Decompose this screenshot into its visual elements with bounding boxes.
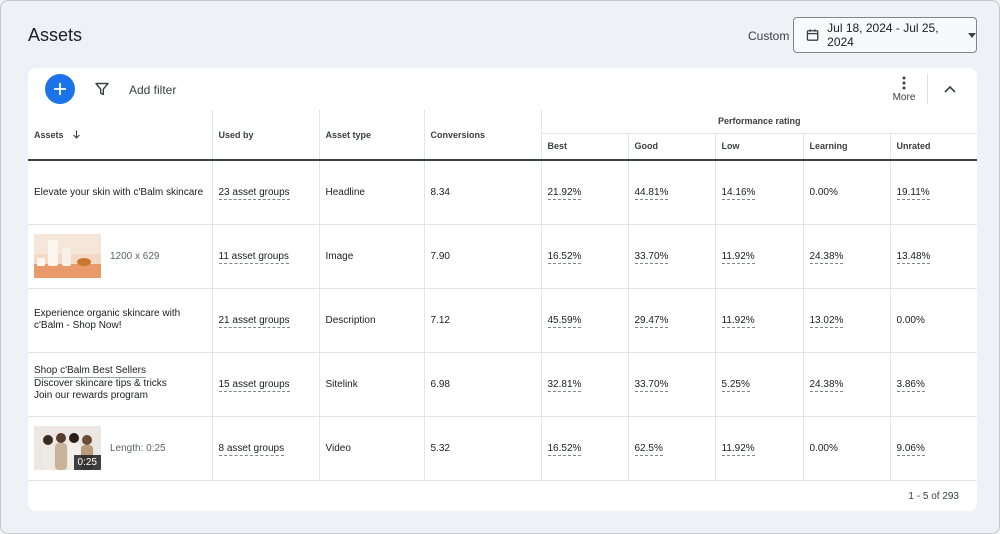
- date-range-value: Jul 18, 2024 - Jul 25, 2024: [827, 21, 939, 49]
- page-title: Assets: [28, 25, 83, 45]
- col-header-performance-rating: Performance rating: [541, 110, 977, 134]
- conversions-value: 5.32: [424, 416, 542, 481]
- add-asset-button[interactable]: [45, 74, 75, 104]
- conversions-value: 6.98: [424, 352, 542, 417]
- good-value[interactable]: 29.47%: [634, 314, 669, 328]
- video-length: Length: 0:25: [110, 442, 166, 454]
- table-row: 0:25 Length: 0:25 8 asset groups Video 5…: [28, 416, 977, 481]
- date-range-type-label: Custom: [748, 29, 790, 43]
- col-header-low[interactable]: Low: [715, 133, 804, 161]
- video-thumbnail[interactable]: 0:25: [34, 426, 101, 470]
- sitelink-item[interactable]: Shop c'Balm Best Sellers: [34, 365, 146, 379]
- col-header-asset-type[interactable]: Asset type: [319, 110, 425, 161]
- plus-icon: [54, 83, 66, 95]
- col-header-learning[interactable]: Learning: [803, 133, 891, 161]
- col-header-best[interactable]: Best: [541, 133, 629, 161]
- asset-type: Description: [319, 288, 425, 353]
- asset-text: Experience organic skincare with c'Balm …: [28, 288, 213, 353]
- used-by-link[interactable]: 8 asset groups: [218, 442, 285, 456]
- conversions-value: 7.12: [424, 288, 542, 353]
- caret-down-icon: [968, 32, 976, 38]
- col-header-good[interactable]: Good: [628, 133, 716, 161]
- app-frame: Assets Custom Jul 18, 2024 - Jul 25, 202…: [0, 0, 1000, 534]
- learning-value[interactable]: 24.38%: [809, 250, 844, 264]
- chevron-up-icon[interactable]: [943, 82, 957, 96]
- used-by-link[interactable]: 11 asset groups: [218, 250, 289, 264]
- best-value[interactable]: 45.59%: [547, 314, 582, 328]
- image-thumbnail[interactable]: [34, 234, 101, 278]
- filter-icon[interactable]: [95, 82, 109, 96]
- sitelink-item: Discover skincare tips & tricks: [34, 377, 167, 389]
- image-dimensions: 1200 x 629: [110, 250, 160, 262]
- used-by-link[interactable]: 23 asset groups: [218, 186, 290, 200]
- pagination-summary: 1 - 5 of 293: [908, 491, 959, 502]
- assets-table: Assets Used by Asset type Conversions Pe…: [28, 110, 977, 481]
- table-row: 1200 x 629 11 asset groups Image 7.90 16…: [28, 224, 977, 289]
- best-value[interactable]: 16.52%: [547, 442, 582, 456]
- table-row: Elevate your skin with c'Balm skincare 2…: [28, 160, 977, 225]
- unrated-value: 0.00%: [890, 288, 977, 353]
- unrated-value[interactable]: 3.86%: [896, 378, 925, 392]
- assets-card: Add filter More Assets Used by Asset typ…: [28, 68, 977, 511]
- low-value[interactable]: 11.92%: [721, 250, 755, 264]
- video-duration-badge: 0:25: [73, 455, 101, 470]
- learning-value[interactable]: 13.02%: [809, 314, 844, 328]
- calendar-icon: [806, 29, 819, 41]
- good-value[interactable]: 62.5%: [634, 442, 663, 456]
- add-filter-button[interactable]: Add filter: [129, 83, 176, 97]
- asset-type: Sitelink: [319, 352, 425, 417]
- table-row: Experience organic skincare with c'Balm …: [28, 288, 977, 353]
- learning-value[interactable]: 24.38%: [809, 378, 844, 392]
- good-value[interactable]: 33.70%: [634, 378, 669, 392]
- col-header-assets[interactable]: Assets: [28, 110, 213, 161]
- used-by-link[interactable]: 21 asset groups: [218, 314, 290, 328]
- best-value[interactable]: 21.92%: [547, 186, 582, 200]
- used-by-link[interactable]: 15 asset groups: [218, 378, 290, 392]
- unrated-value[interactable]: 9.06%: [896, 442, 925, 456]
- col-header-unrated[interactable]: Unrated: [890, 133, 977, 161]
- best-value[interactable]: 16.52%: [547, 250, 582, 264]
- more-vert-icon: [902, 76, 906, 90]
- learning-value: 0.00%: [803, 160, 891, 225]
- sitelink-item: Join our rewards program: [34, 390, 148, 402]
- more-label: More: [892, 92, 916, 103]
- asset-text: Elevate your skin with c'Balm skincare: [28, 160, 213, 225]
- asset-type: Headline: [319, 160, 425, 225]
- date-range-button[interactable]: Jul 18, 2024 - Jul 25, 2024: [793, 17, 977, 53]
- low-value[interactable]: 14.16%: [721, 186, 756, 200]
- good-value[interactable]: 33.70%: [634, 250, 669, 264]
- table-row: Shop c'Balm Best Sellers Discover skinca…: [28, 352, 977, 417]
- low-value[interactable]: 11.92%: [721, 314, 755, 328]
- learning-value: 0.00%: [803, 416, 891, 481]
- low-value[interactable]: 5.25%: [721, 378, 750, 392]
- col-header-used-by[interactable]: Used by: [212, 110, 320, 161]
- asset-type: Image: [319, 224, 425, 289]
- conversions-value: 8.34: [424, 160, 542, 225]
- conversions-value: 7.90: [424, 224, 542, 289]
- col-header-conversions[interactable]: Conversions: [424, 110, 542, 161]
- arrow-down-icon: [73, 130, 80, 139]
- unrated-value[interactable]: 13.48%: [896, 250, 931, 264]
- good-value[interactable]: 44.81%: [634, 186, 669, 200]
- unrated-value[interactable]: 19.11%: [896, 186, 930, 200]
- best-value[interactable]: 32.81%: [547, 378, 582, 392]
- low-value[interactable]: 11.92%: [721, 442, 755, 456]
- toolbar-divider: [927, 74, 928, 104]
- table-toolbar: Add filter More: [28, 68, 977, 110]
- asset-type: Video: [319, 416, 425, 481]
- more-button[interactable]: More: [888, 76, 920, 103]
